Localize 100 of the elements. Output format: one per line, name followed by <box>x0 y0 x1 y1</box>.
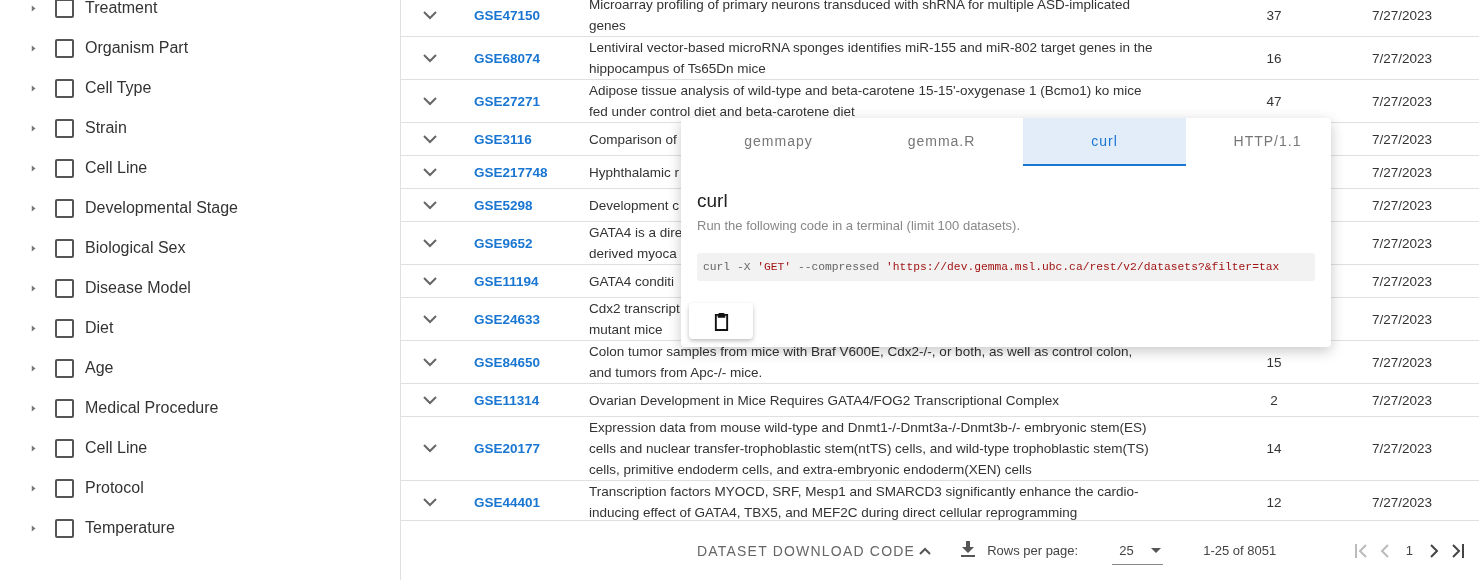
checkbox[interactable] <box>55 478 74 498</box>
checkbox[interactable] <box>55 518 74 538</box>
expand-arrow-icon[interactable] <box>31 3 37 13</box>
filter-label: Medical Procedure <box>85 399 219 417</box>
filter-label: Cell Line <box>85 159 148 177</box>
checkbox[interactable] <box>55 38 74 58</box>
chevron-down-icon[interactable] <box>423 96 437 106</box>
rows-per-page-label: Rows per page: <box>987 543 1079 558</box>
next-page-icon[interactable] <box>1429 543 1439 558</box>
filter-label: Cell Type <box>85 79 152 97</box>
dataset-title: Hyphthalamic r <box>589 163 680 182</box>
dataset-title: Microarray profiling of primary neurons transduced with shRNA for multiple ASD-implicated genes <box>589 0 1130 35</box>
expand-arrow-icon[interactable] <box>31 403 37 413</box>
expand-arrow-icon[interactable] <box>31 163 37 173</box>
code-snippet: curl -X 'GET' --compressed 'https://dev.gemma.msl.ubc.ca/rest/v2/datasets?&filter=tax <box>697 253 1315 281</box>
chevron-down-icon[interactable] <box>423 53 437 63</box>
code-description: Run the following code in a terminal (limit 100 datasets). <box>697 218 1021 233</box>
code-tab[interactable]: gemma.R <box>860 118 1023 166</box>
expand-arrow-icon[interactable] <box>31 483 37 493</box>
clipboard-icon <box>712 311 730 331</box>
caret-icon <box>919 546 932 555</box>
code-tab[interactable]: curl <box>1023 118 1186 166</box>
chevron-down-icon[interactable] <box>423 276 437 286</box>
chevron-down-icon[interactable] <box>423 200 437 210</box>
checkbox[interactable] <box>55 0 74 18</box>
dataset-title: Expression data from mouse wild-type and Dnmt1-/-Dnmt3a-/-Dnmt3b-/- embryonic stem(ES) cells and nuclear transfer-trophoblastic stem(ntTS) cells, and wild-type trophoblastic stem(TS) cells, primitive endoderm cells, and extra-embryonic endoderm(XEN) cells <box>589 419 1149 479</box>
dataset-link[interactable]: GSE24633 <box>459 311 589 327</box>
filter-label: Cell Line <box>85 439 148 457</box>
expand-arrow-icon[interactable] <box>31 523 37 533</box>
download-code-toggle[interactable]: DATASET DOWNLOAD CODE <box>697 538 932 563</box>
expand-arrow-icon[interactable] <box>31 283 37 293</box>
checkbox[interactable] <box>55 358 74 378</box>
date-cell-text: 7/27/2023 <box>1370 441 1434 456</box>
checkbox[interactable] <box>55 318 74 338</box>
checkbox[interactable] <box>55 398 74 418</box>
dataset-link[interactable]: GSE9652 <box>459 235 589 251</box>
sample-count: 12 <box>1265 494 1283 510</box>
checkbox[interactable] <box>55 118 74 138</box>
checkbox[interactable] <box>55 438 74 458</box>
sample-count: 16 <box>1265 50 1283 66</box>
dataset-link[interactable]: GSE217748 <box>459 164 589 180</box>
code-tab[interactable]: gemmapy <box>697 118 860 166</box>
dataset-title: Ovarian Development in Mice Requires GATA4/FOG2 Transcriptional Complex <box>589 391 1059 410</box>
chevron-down-icon[interactable] <box>423 395 437 405</box>
chevron-down-icon[interactable] <box>423 167 437 177</box>
date-cell-text: 7/27/2023 <box>1370 392 1434 408</box>
dataset-title: Comparison of <box>589 130 677 149</box>
date-cell-text: 7/27/2023 <box>1370 235 1434 251</box>
copy-button[interactable] <box>689 303 753 339</box>
chevron-down-icon[interactable] <box>423 314 437 324</box>
rows-per-page-select[interactable]: 25 <box>1112 536 1164 565</box>
dataset-link[interactable]: GSE47150 <box>459 7 589 23</box>
sample-count: 15 <box>1265 354 1283 370</box>
dataset-link[interactable]: GSE20177 <box>459 441 589 456</box>
filter-label: Developmental Stage <box>85 199 238 217</box>
code-tab[interactable]: HTTP/1.1 <box>1186 118 1349 166</box>
checkbox[interactable] <box>55 198 74 218</box>
expand-arrow-icon[interactable] <box>31 203 37 213</box>
expand-arrow-icon[interactable] <box>31 323 37 333</box>
filter-label: Temperature <box>85 519 175 537</box>
download-icon[interactable] <box>961 541 976 557</box>
chevron-down-icon[interactable] <box>423 444 437 453</box>
last-page-icon[interactable] <box>1449 543 1465 558</box>
filter-label: Treatment <box>85 0 158 17</box>
chevron-down-icon[interactable] <box>423 134 437 144</box>
chevron-down-icon[interactable] <box>423 238 437 248</box>
dataset-link[interactable]: GSE5298 <box>459 197 589 213</box>
date-cell-text: 7/27/2023 <box>1370 93 1434 109</box>
filter-label: Age <box>85 359 114 377</box>
date-cell-text: 7/27/2023 <box>1370 164 1434 180</box>
dataset-link[interactable]: GSE11194 <box>459 273 589 289</box>
expand-arrow-icon[interactable] <box>31 363 37 373</box>
date-cell-text: 7/27/2023 <box>1370 273 1434 289</box>
checkbox[interactable] <box>55 278 74 298</box>
dataset-link[interactable]: GSE3116 <box>459 131 589 147</box>
date-cell-text: 7/27/2023 <box>1370 131 1434 147</box>
checkbox[interactable] <box>55 78 74 98</box>
sample-count: 14 <box>1265 441 1283 456</box>
dataset-link[interactable]: GSE11314 <box>459 392 589 408</box>
chevron-down-icon[interactable] <box>423 357 437 367</box>
date-cell-text: 7/27/2023 <box>1370 311 1434 327</box>
expand-arrow-icon[interactable] <box>31 443 37 453</box>
expand-arrow-icon[interactable] <box>31 83 37 93</box>
expand-arrow-icon[interactable] <box>31 43 37 53</box>
chevron-down-icon[interactable] <box>423 497 437 507</box>
checkbox[interactable] <box>55 158 74 178</box>
checkbox[interactable] <box>55 238 74 258</box>
expand-arrow-icon[interactable] <box>31 243 37 253</box>
dataset-link[interactable]: GSE27271 <box>459 93 589 109</box>
chevron-down-icon[interactable] <box>423 10 437 20</box>
date-cell-text: 7/27/2023 <box>1370 197 1434 213</box>
date-cell-text: 7/27/2023 <box>1370 354 1434 370</box>
dataset-link[interactable]: GSE84650 <box>459 354 589 370</box>
expand-arrow-icon[interactable] <box>31 123 37 133</box>
dataset-title: Development c <box>589 196 680 215</box>
dataset-title: GATA4 conditi <box>589 272 675 291</box>
dataset-link[interactable]: GSE68074 <box>459 50 589 66</box>
sample-count: 37 <box>1265 7 1283 23</box>
dataset-title: GATA4 is a dire derived myoca <box>589 224 683 263</box>
dataset-link[interactable]: GSE44401 <box>459 494 589 510</box>
